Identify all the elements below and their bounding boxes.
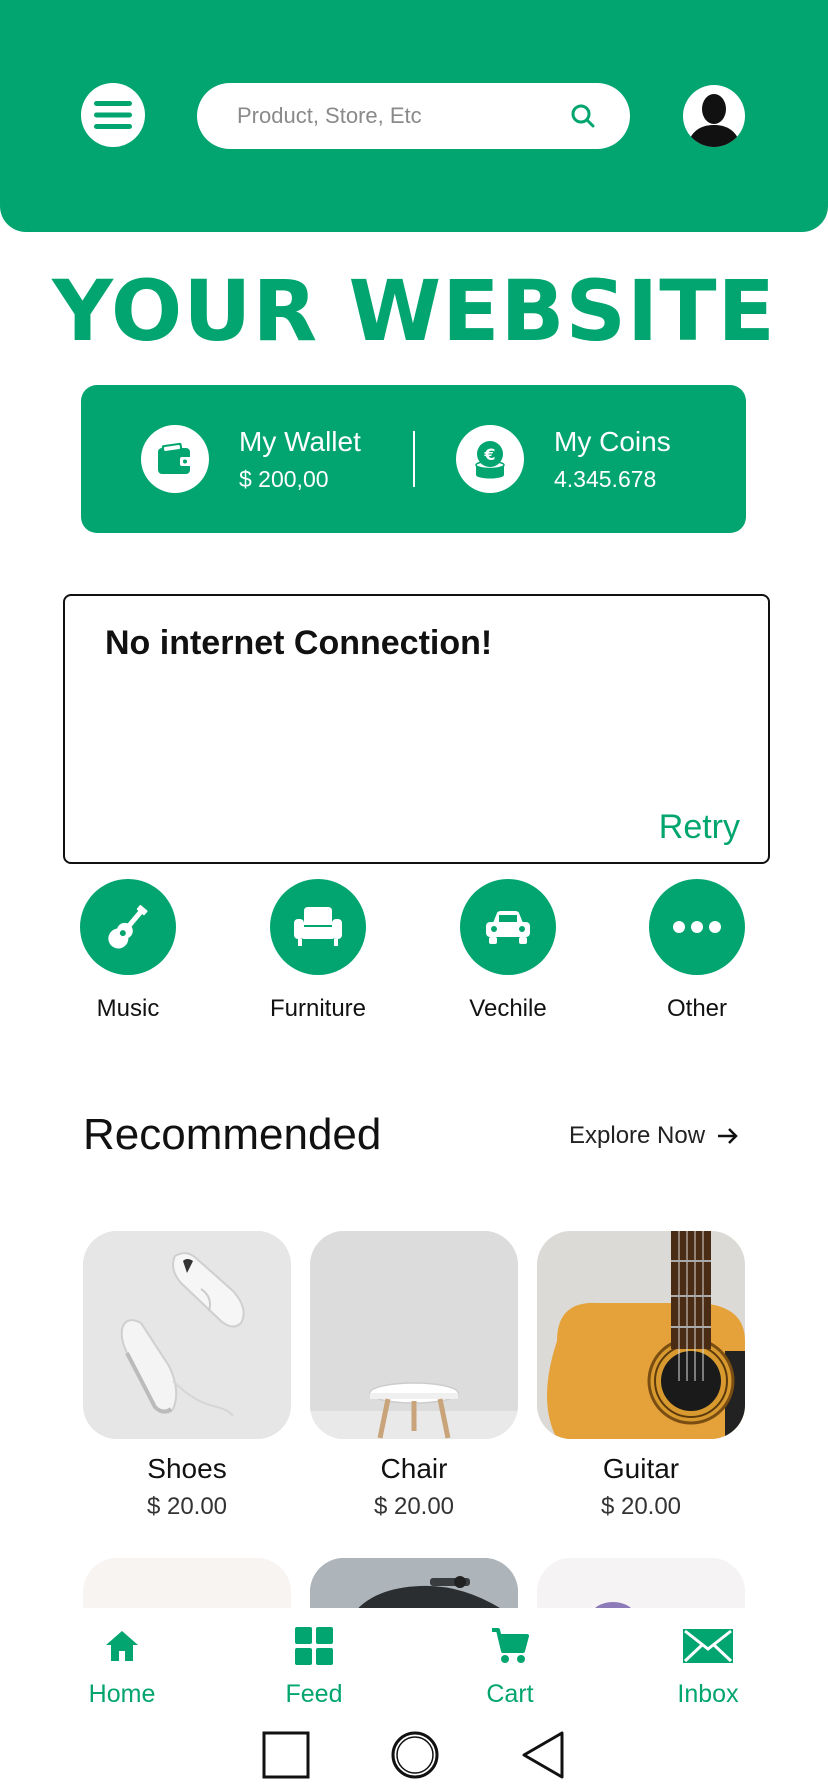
home-button-icon[interactable] — [390, 1730, 440, 1780]
menu-button[interactable] — [81, 83, 145, 147]
recommended-title: Recommended — [83, 1110, 382, 1159]
product-name: Shoes — [147, 1453, 227, 1484]
bottom-navigation: Home Feed Cart Inbox — [0, 1608, 828, 1726]
coins-label: My Coins — [554, 425, 671, 457]
nav-inbox[interactable]: Inbox — [638, 1624, 778, 1709]
product-name: Chair — [380, 1453, 448, 1484]
search-bar[interactable] — [197, 83, 630, 149]
armchair-icon — [270, 879, 366, 975]
home-icon — [52, 1624, 192, 1668]
product-price: $ 20.00 — [373, 1493, 455, 1520]
arrow-right-icon — [717, 1127, 739, 1145]
alert-message: No internet Connection! — [105, 624, 493, 662]
divider — [413, 431, 415, 487]
product-card-chair[interactable]: Chair $ 20.00 — [310, 1231, 518, 1521]
category-label: Vechile — [469, 995, 547, 1022]
cart-icon — [440, 1624, 580, 1668]
user-avatar-icon — [687, 94, 741, 147]
system-navigation-bar — [0, 1720, 828, 1792]
site-title: YOUR WEBSITE — [52, 262, 776, 360]
grid-icon — [244, 1624, 384, 1668]
nav-feed[interactable]: Feed — [244, 1624, 384, 1709]
category-vechile[interactable]: Vechile — [438, 879, 578, 1023]
no-connection-alert: No internet Connection! Retry — [63, 594, 770, 864]
product-card-guitar[interactable]: Guitar $ 20.00 — [537, 1231, 745, 1521]
product-image — [83, 1231, 291, 1439]
mail-icon — [638, 1624, 778, 1668]
wallet-label: My Wallet — [239, 425, 361, 457]
product-card-shoes[interactable]: Shoes $ 20.00 — [83, 1231, 291, 1521]
nav-label: Home — [88, 1680, 156, 1708]
nav-label: Feed — [285, 1680, 343, 1708]
product-image — [537, 1231, 745, 1439]
coins-section[interactable]: € My Coins 4.345.678 — [456, 385, 671, 533]
svg-text:€: € — [483, 445, 495, 464]
more-icon — [649, 879, 745, 975]
retry-button[interactable]: Retry — [659, 808, 740, 847]
coins-icon: € — [456, 425, 524, 493]
category-music[interactable]: Music — [58, 879, 198, 1023]
nav-cart[interactable]: Cart — [440, 1624, 580, 1709]
coins-value: 4.345.678 — [554, 465, 657, 492]
avatar[interactable] — [683, 85, 745, 147]
nav-home[interactable]: Home — [52, 1624, 192, 1709]
category-label: Music — [96, 995, 160, 1022]
product-price: $ 20.00 — [600, 1493, 682, 1520]
explore-label: Explore Now — [569, 1122, 706, 1149]
car-icon — [460, 879, 556, 975]
guitar-icon — [80, 879, 176, 975]
wallet-section[interactable]: My Wallet $ 200,00 — [141, 385, 361, 533]
category-label: Furniture — [269, 995, 367, 1022]
category-other[interactable]: Other — [627, 879, 767, 1023]
search-icon[interactable] — [568, 101, 598, 131]
category-furniture[interactable]: Furniture — [248, 879, 388, 1023]
search-input[interactable] — [237, 103, 568, 129]
explore-now-link[interactable]: Explore Now — [569, 1122, 739, 1150]
wallet-card: My Wallet $ 200,00 € My Coins 4.345.678 — [81, 385, 746, 533]
wallet-icon — [141, 425, 209, 493]
nav-label: Inbox — [677, 1680, 739, 1708]
recent-apps-icon[interactable] — [261, 1730, 311, 1780]
wallet-value: $ 200,00 — [239, 465, 329, 492]
hamburger-icon — [94, 101, 132, 129]
app-header — [0, 0, 828, 232]
nav-label: Cart — [486, 1680, 534, 1708]
product-price: $ 20.00 — [146, 1493, 228, 1520]
product-name: Guitar — [602, 1453, 680, 1484]
back-icon[interactable] — [520, 1730, 570, 1780]
product-image — [310, 1231, 518, 1439]
category-label: Other — [666, 995, 728, 1022]
